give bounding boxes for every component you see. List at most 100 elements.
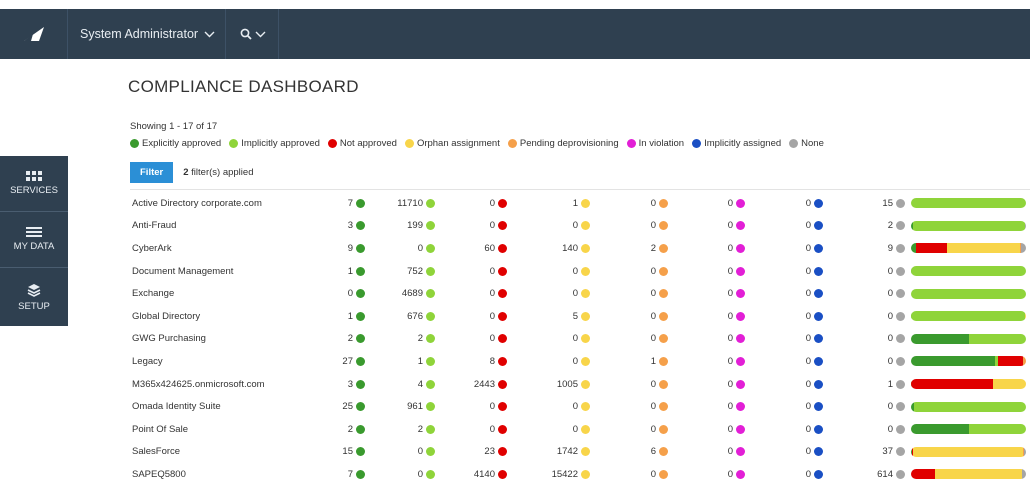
count-value[interactable]: 0 (806, 379, 811, 390)
count-value[interactable]: 11710 (397, 198, 423, 209)
count-value[interactable]: 1 (651, 356, 656, 367)
table-row[interactable]: Omada Identity Suite25961000000 (130, 395, 1026, 418)
nav-setup[interactable]: SETUP (0, 268, 68, 326)
logo[interactable] (0, 9, 68, 59)
count-value[interactable]: 0 (651, 220, 656, 231)
count-value[interactable]: 0 (806, 446, 811, 457)
table-row[interactable]: Document Management1752000000 (130, 260, 1026, 283)
count-value[interactable]: 3 (348, 220, 353, 231)
count-value[interactable]: 0 (728, 379, 733, 390)
system-name[interactable]: Active Directory corporate.com (130, 192, 315, 215)
count-value[interactable]: 0 (888, 266, 893, 277)
count-value[interactable]: 0 (573, 424, 578, 435)
table-row[interactable]: SAPEQ580070414015422000614 (130, 463, 1026, 486)
count-value[interactable]: 0 (728, 401, 733, 412)
count-value[interactable]: 0 (728, 333, 733, 344)
count-value[interactable]: 0 (573, 266, 578, 277)
count-value[interactable]: 4 (418, 379, 423, 390)
count-value[interactable]: 0 (888, 401, 893, 412)
count-value[interactable]: 7 (348, 469, 353, 480)
count-value[interactable]: 0 (651, 311, 656, 322)
count-value[interactable]: 60 (484, 243, 495, 254)
count-value[interactable]: 0 (651, 379, 656, 390)
count-value[interactable]: 0 (490, 424, 495, 435)
count-value[interactable]: 0 (418, 243, 423, 254)
count-value[interactable]: 0 (806, 198, 811, 209)
system-name[interactable]: Exchange (130, 282, 315, 305)
count-value[interactable]: 0 (888, 288, 893, 299)
count-value[interactable]: 961 (407, 401, 423, 412)
count-value[interactable]: 0 (806, 401, 811, 412)
count-value[interactable]: 0 (806, 356, 811, 367)
system-name[interactable]: Omada Identity Suite (130, 395, 315, 418)
search-menu[interactable] (226, 9, 279, 59)
count-value[interactable]: 3 (348, 379, 353, 390)
count-value[interactable]: 0 (651, 288, 656, 299)
filters-applied[interactable]: 2 filter(s) applied (183, 167, 253, 178)
table-row[interactable]: Point Of Sale22000000 (130, 418, 1026, 441)
count-value[interactable]: 2 (418, 333, 423, 344)
count-value[interactable]: 0 (573, 333, 578, 344)
table-row[interactable]: Active Directory corporate.com 7 11710 0 1 0 0… (130, 192, 1026, 215)
table-row[interactable]: SalesForce15023174260037 (130, 441, 1026, 464)
count-value[interactable]: 676 (407, 311, 423, 322)
count-value[interactable]: 0 (348, 288, 353, 299)
count-value[interactable]: 0 (728, 288, 733, 299)
count-value[interactable]: 0 (728, 198, 733, 209)
system-name[interactable]: CyberArk (130, 237, 315, 260)
count-value[interactable]: 0 (806, 243, 811, 254)
count-value[interactable]: 0 (651, 198, 656, 209)
count-value[interactable]: 0 (651, 424, 656, 435)
count-value[interactable]: 1 (888, 379, 893, 390)
count-value[interactable]: 27 (342, 356, 353, 367)
count-value[interactable]: 23 (484, 446, 495, 457)
count-value[interactable]: 0 (490, 333, 495, 344)
count-value[interactable]: 0 (490, 311, 495, 322)
count-value[interactable]: 0 (806, 469, 811, 480)
count-value[interactable]: 0 (728, 220, 733, 231)
count-value[interactable]: 0 (573, 356, 578, 367)
count-value[interactable]: 1 (573, 198, 578, 209)
count-value[interactable]: 0 (651, 333, 656, 344)
count-value[interactable]: 0 (728, 446, 733, 457)
count-value[interactable]: 0 (573, 401, 578, 412)
count-value[interactable]: 0 (573, 220, 578, 231)
system-name[interactable]: Legacy (130, 350, 315, 373)
count-value[interactable]: 0 (490, 198, 495, 209)
count-value[interactable]: 15 (342, 446, 353, 457)
table-row[interactable]: Legacy271801000 (130, 350, 1026, 373)
count-value[interactable]: 2 (348, 424, 353, 435)
count-value[interactable]: 0 (888, 424, 893, 435)
count-value[interactable]: 2443 (474, 379, 495, 390)
count-value[interactable]: 0 (573, 288, 578, 299)
system-name[interactable]: Point Of Sale (130, 418, 315, 441)
count-value[interactable]: 0 (651, 401, 656, 412)
count-value[interactable]: 4689 (402, 288, 423, 299)
count-value[interactable]: 1 (348, 266, 353, 277)
count-value[interactable]: 0 (418, 446, 423, 457)
count-value[interactable]: 4140 (474, 469, 495, 480)
count-value[interactable]: 1 (418, 356, 423, 367)
count-value[interactable]: 0 (806, 333, 811, 344)
count-value[interactable]: 25 (342, 401, 353, 412)
user-menu[interactable]: System Administrator (68, 9, 226, 59)
count-value[interactable]: 0 (806, 266, 811, 277)
count-value[interactable]: 0 (806, 311, 811, 322)
table-row[interactable]: M365x424625.onmicrosoft.com3424431005000… (130, 373, 1026, 396)
system-name[interactable]: GWG Purchasing (130, 328, 315, 351)
count-value[interactable]: 0 (728, 311, 733, 322)
count-value[interactable]: 7 (348, 198, 353, 209)
count-value[interactable]: 0 (651, 469, 656, 480)
count-value[interactable]: 0 (490, 288, 495, 299)
count-value[interactable]: 0 (806, 424, 811, 435)
count-value[interactable]: 0 (728, 469, 733, 480)
count-value[interactable]: 2 (888, 220, 893, 231)
count-value[interactable]: 140 (562, 243, 578, 254)
system-name[interactable]: SAPEQ5800 (130, 463, 315, 486)
filter-button[interactable]: Filter (130, 162, 173, 183)
count-value[interactable]: 2 (651, 243, 656, 254)
count-value[interactable]: 0 (728, 243, 733, 254)
count-value[interactable]: 0 (490, 220, 495, 231)
count-value[interactable]: 5 (573, 311, 578, 322)
count-value[interactable]: 15 (882, 198, 893, 209)
